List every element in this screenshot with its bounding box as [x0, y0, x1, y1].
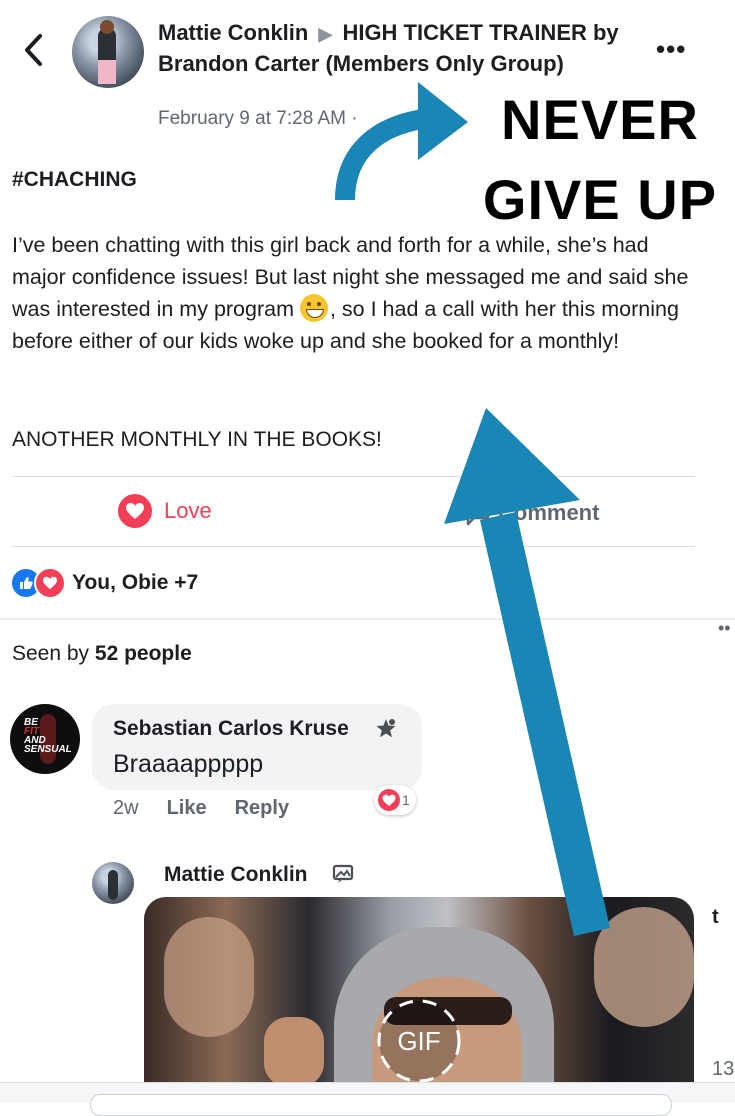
- comment-reaction-badge[interactable]: 1: [374, 785, 416, 815]
- photo-badge-icon: [332, 863, 354, 885]
- love-button[interactable]: Love: [118, 494, 212, 528]
- divider: [12, 476, 695, 477]
- caret-right-icon: ▶: [318, 24, 333, 44]
- seen-prefix: Seen by: [12, 642, 95, 665]
- love-label: Love: [164, 498, 212, 523]
- replier-avatar[interactable]: [92, 862, 134, 904]
- comment-button[interactable]: Comment: [462, 498, 599, 528]
- overlay-line2: GIVE UP: [482, 168, 718, 231]
- chevron-left-icon: [25, 34, 42, 66]
- post-header-title: Mattie Conklin ▶ HIGH TICKET TRAINER by …: [158, 18, 628, 79]
- commenter-avatar[interactable]: BE FIT AND SENSUAL: [10, 704, 80, 774]
- love-reaction-icon: [34, 567, 66, 599]
- divider: [12, 546, 695, 547]
- edge-number: 13: [712, 1058, 735, 1080]
- avatar-logo-text: BE FIT AND SENSUAL: [24, 717, 72, 755]
- overlay-line1: NEVER: [501, 88, 699, 151]
- seen-by[interactable]: Seen by 52 people: [12, 642, 192, 666]
- comment-label: Comment: [498, 500, 600, 525]
- author-avatar[interactable]: [72, 16, 144, 88]
- long-arrow-shaft: [480, 512, 610, 936]
- curved-arrow-head: [418, 82, 468, 160]
- comment-meta: 2w Like Reply: [113, 797, 289, 820]
- reactions-text: You, Obie +7: [72, 571, 199, 594]
- edge-more-icon[interactable]: ••: [718, 618, 731, 639]
- post-hashtag[interactable]: #CHACHING: [12, 168, 137, 192]
- more-options-icon[interactable]: •••: [656, 34, 686, 65]
- comment-like-link[interactable]: Like: [167, 797, 207, 820]
- comment-icon: [464, 502, 490, 526]
- heart-icon: [118, 494, 152, 528]
- reactions-summary[interactable]: You, Obie +7: [10, 567, 198, 599]
- post-body: I’ve been chatting with this girl back a…: [12, 229, 702, 357]
- badge-star-icon: [375, 718, 397, 740]
- commenter-name[interactable]: Sebastian Carlos Kruse: [113, 717, 349, 741]
- comment-reaction-count: 1: [402, 792, 410, 808]
- edge-text: t: [712, 906, 719, 928]
- comment-time: 2w: [113, 797, 139, 819]
- gif-label: GIF: [397, 1026, 441, 1056]
- heart-icon: [378, 789, 400, 811]
- curved-arrow: [335, 108, 432, 201]
- overlay-headline: NEVER GIVE UP: [480, 80, 720, 240]
- comment-input[interactable]: [90, 1094, 672, 1116]
- back-button[interactable]: [18, 30, 48, 70]
- grinning-emoji-icon: [299, 294, 328, 322]
- section-separator: [0, 618, 735, 620]
- seen-count: 52 people: [94, 642, 192, 665]
- comment-text: Braaaappppp: [113, 750, 264, 778]
- post-closing-line: ANOTHER MONTHLY IN THE BOOKS!: [12, 428, 382, 451]
- post-timestamp[interactable]: February 9 at 7:28 AM ·: [158, 108, 358, 130]
- replier-name[interactable]: Mattie Conklin: [164, 863, 308, 887]
- author-name[interactable]: Mattie Conklin: [158, 20, 308, 45]
- comment-reply-link[interactable]: Reply: [235, 797, 289, 820]
